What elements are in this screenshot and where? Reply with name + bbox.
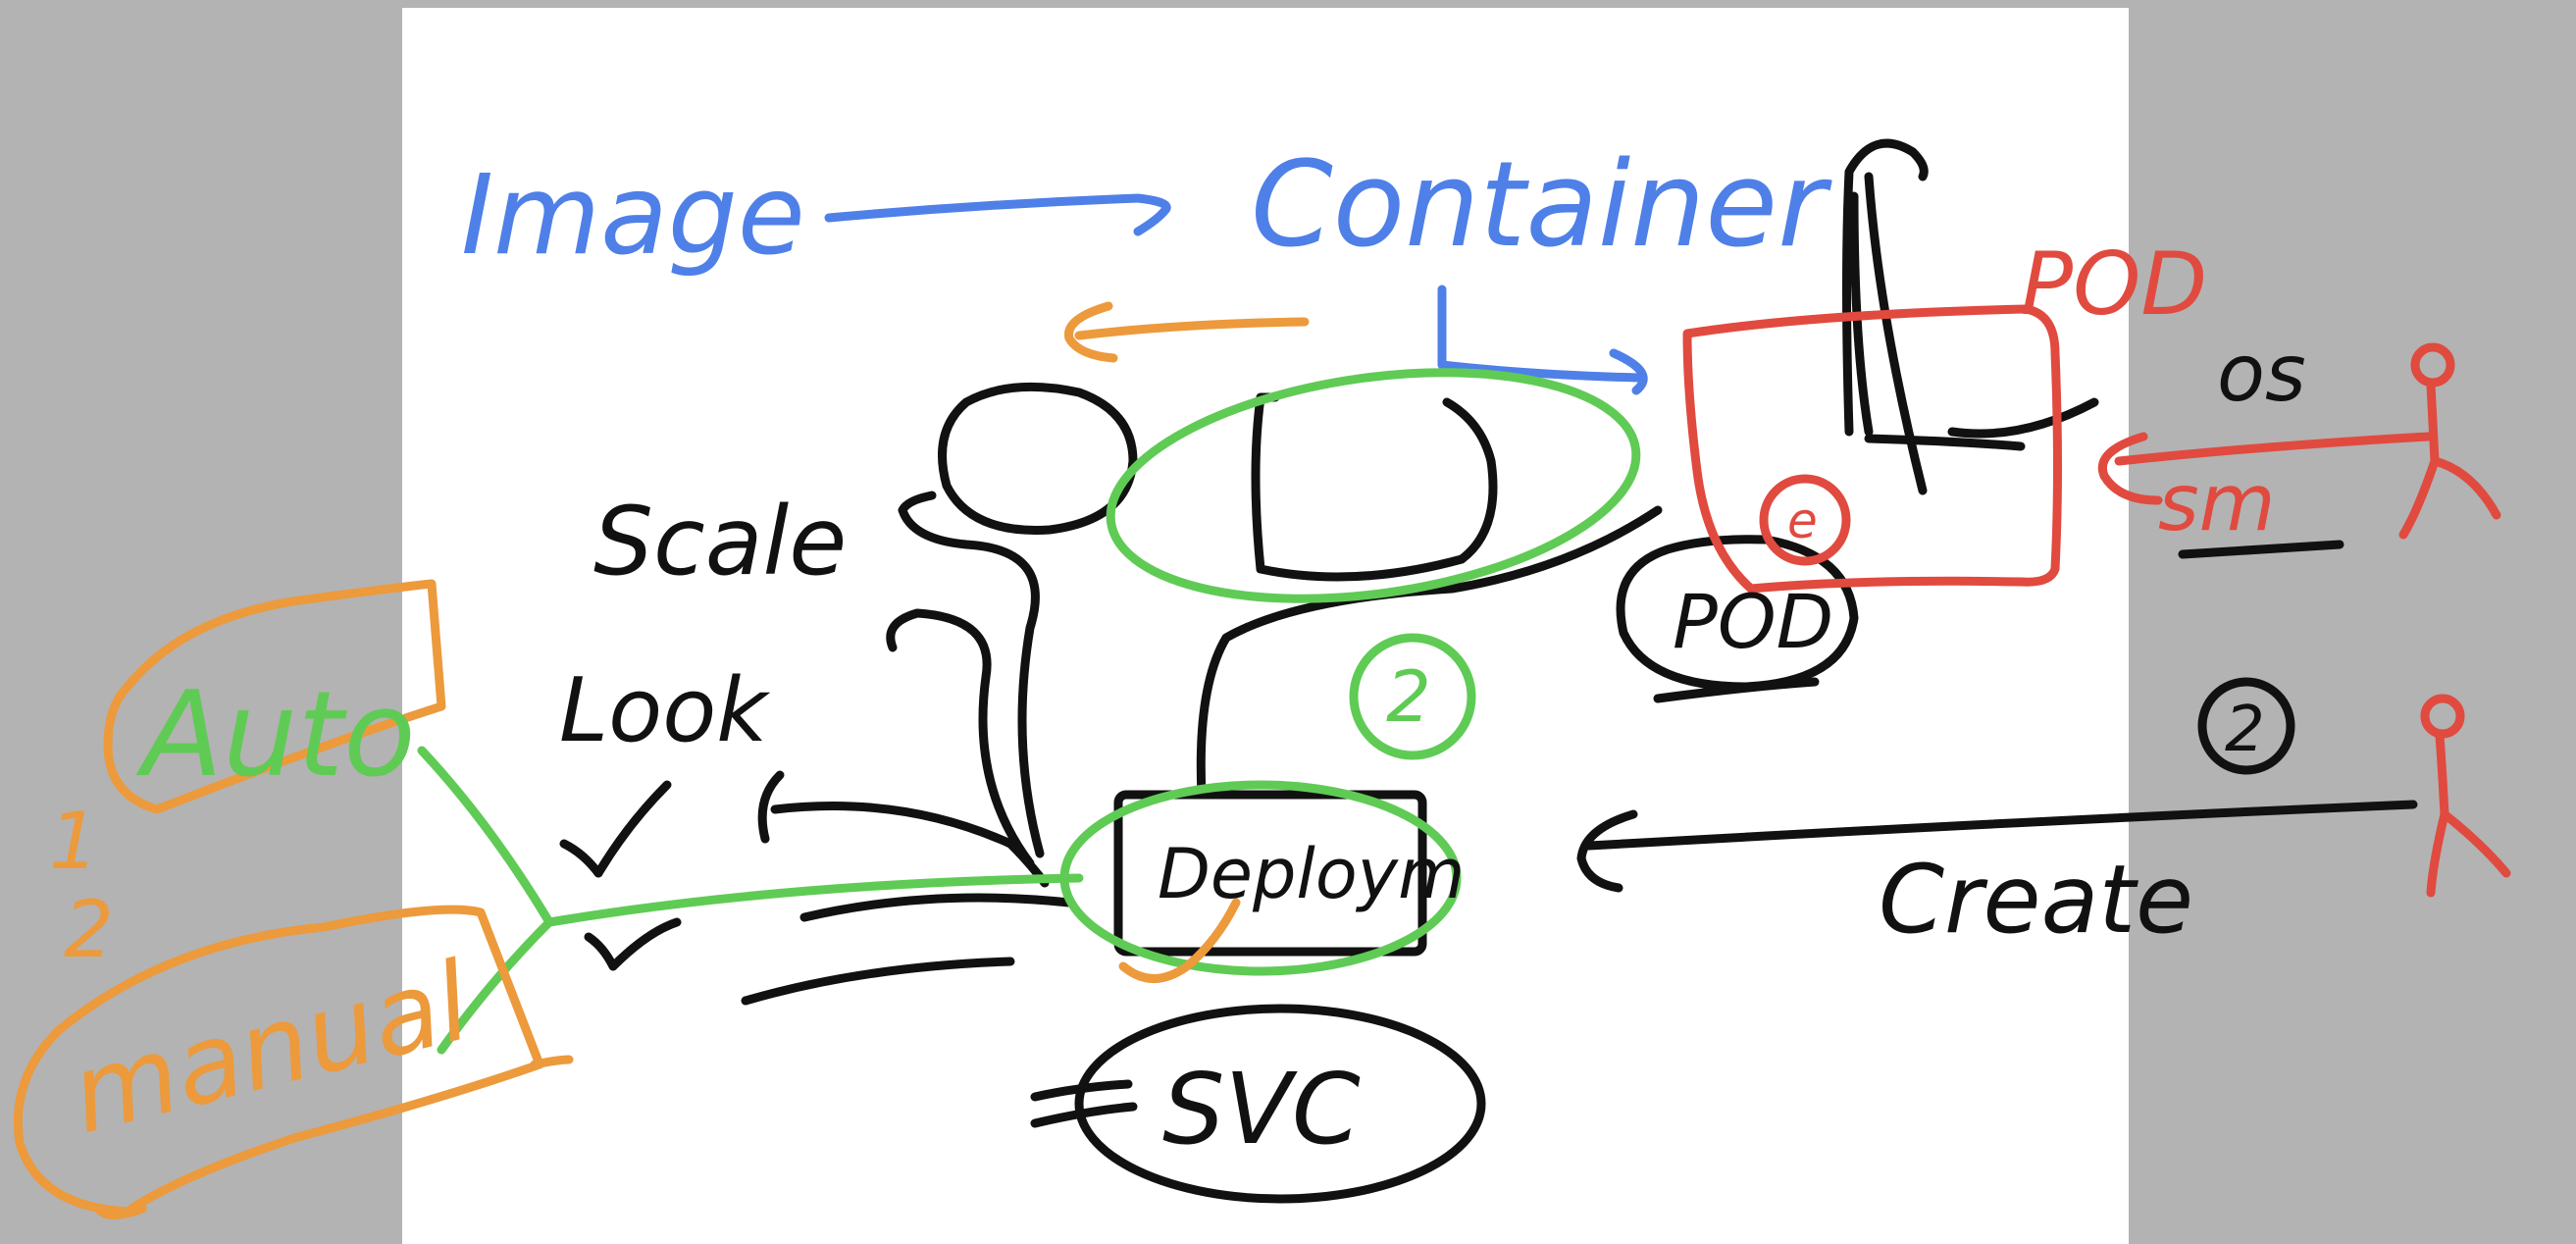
number-1: 1 xyxy=(49,796,99,887)
image-label: Image xyxy=(461,152,805,280)
create-label: Create xyxy=(1879,845,2193,955)
number-2: 2 xyxy=(64,884,114,975)
look-label: Look xyxy=(559,659,771,762)
scale-label: Scale xyxy=(593,487,847,596)
os-label: os xyxy=(2217,328,2306,419)
circled-2-green-label: 2 xyxy=(1386,655,1431,738)
whiteboard: Image Container POD os sm Scale Look Aut… xyxy=(0,0,2576,1244)
pod-red-label: POD xyxy=(2021,233,2207,335)
container-label: Container xyxy=(1251,137,1832,274)
circled-2-black-label: 2 xyxy=(2225,694,2265,766)
svc-label: SVC xyxy=(1162,1052,1361,1166)
whiteboard-drawing: Image Container POD os sm Scale Look Aut… xyxy=(13,8,2511,1244)
auto-label: Auto xyxy=(135,667,416,803)
pod-black-label: POD xyxy=(1673,578,1833,665)
stick-figure-icon-bottom xyxy=(2420,694,2511,898)
deployment-label: Deploym xyxy=(1158,834,1465,914)
sm-label: sm xyxy=(2158,457,2276,548)
circled-red-e-label: e xyxy=(1787,492,1818,549)
